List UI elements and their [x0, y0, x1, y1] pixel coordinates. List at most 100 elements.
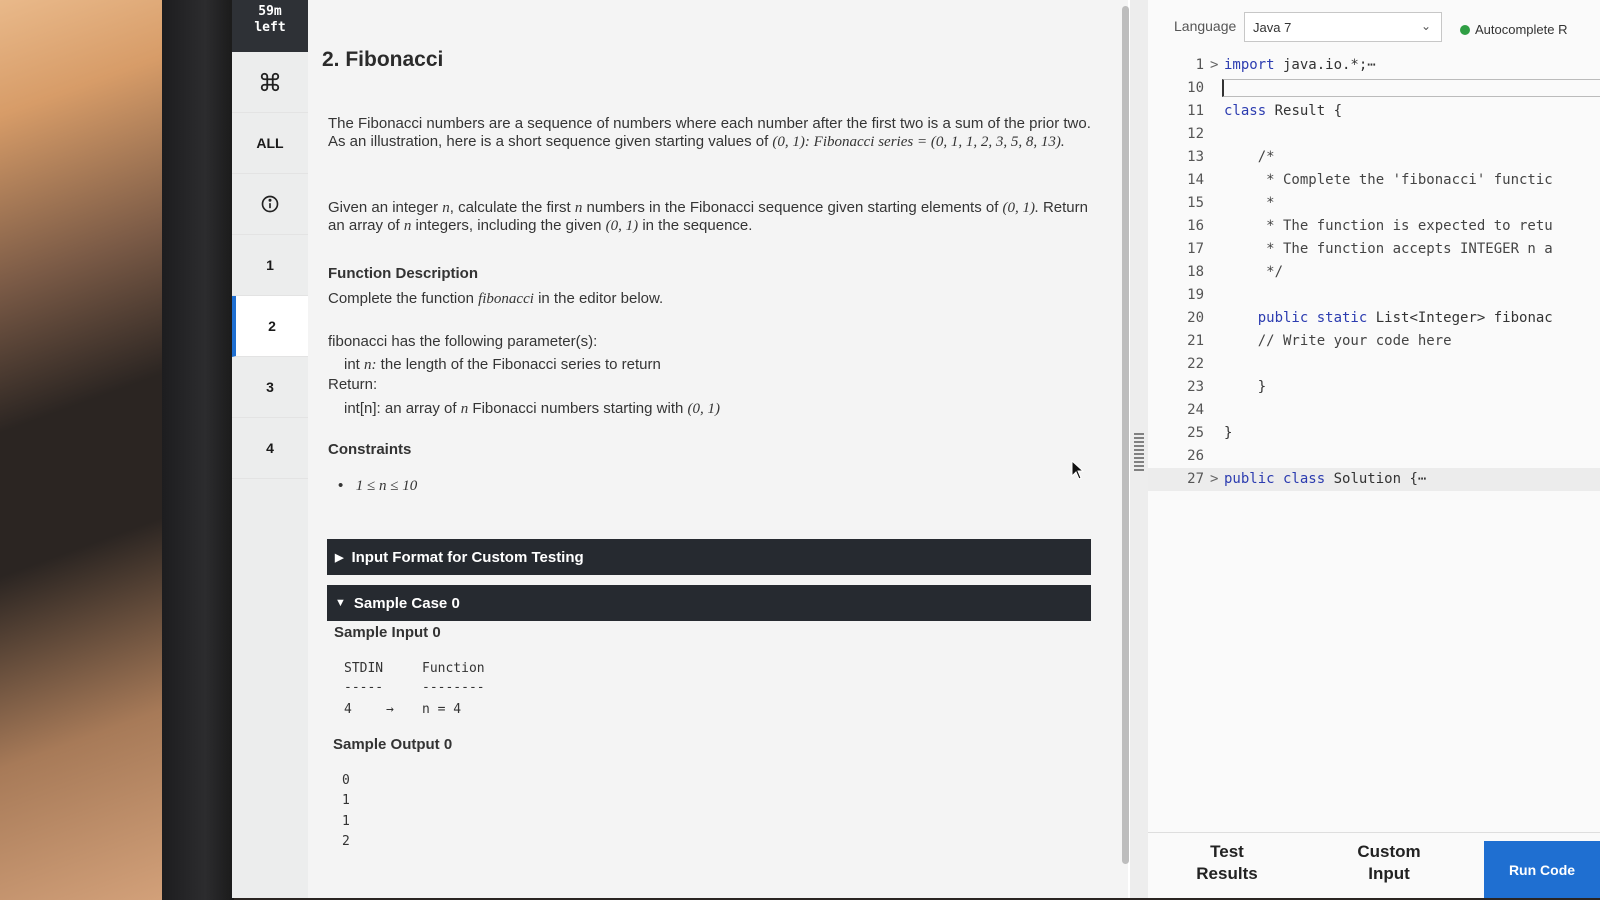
code-line: 11 class Result {: [1148, 100, 1600, 123]
mouse-pointer-icon: [1071, 459, 1085, 485]
code-text: *: [1224, 195, 1275, 211]
rail-question-3[interactable]: 3: [232, 357, 308, 418]
code-area[interactable]: 1 > import java.io.*;⋯ 10 11 class Result {…: [1148, 54, 1600, 491]
code-editor-pane: Language Java 7 ⌄ Autocomplete R 1 > impor…: [1148, 0, 1600, 898]
task-var: n: [442, 200, 450, 216]
code-text: public class Solution {⋯: [1224, 471, 1427, 487]
arrow-icon: →: [386, 702, 394, 717]
sample-case-label: Sample Case 0: [353, 594, 460, 612]
rail-question-1[interactable]: 1: [232, 235, 308, 296]
stdin-dash: -----: [344, 680, 384, 695]
stdin-value: 4: [344, 702, 352, 717]
tab-test-results[interactable]: Test Results: [1182, 841, 1272, 885]
constraint-text: 1 ≤ n ≤ 10: [355, 478, 418, 494]
sample-case-toggle[interactable]: ▼ Sample Case 0: [327, 585, 1091, 621]
line-number: 12: [1187, 126, 1204, 142]
code-line: 10: [1148, 77, 1600, 100]
code-text: */: [1224, 264, 1284, 280]
timer-left: left: [254, 20, 286, 35]
task-var: (0, 1): [605, 218, 639, 234]
code-text: * The function is expected to retu: [1224, 218, 1553, 234]
input-format-label: Input Format for Custom Testing: [351, 548, 584, 566]
param-n: int n: the length of the Fibonacci serie…: [344, 356, 1114, 374]
code-line: 26: [1148, 445, 1600, 468]
shortcuts-button[interactable]: [232, 52, 308, 113]
code-line: 16 * The function is expected to retu: [1148, 215, 1600, 238]
desc-text: Complete the function: [328, 290, 479, 307]
problem-scrollbar[interactable]: [1122, 6, 1129, 864]
info-button[interactable]: [232, 174, 308, 235]
laptop-bezel: [162, 0, 234, 900]
code-line: 25}: [1148, 422, 1600, 445]
code-line: 1 > import java.io.*;⋯: [1148, 54, 1600, 77]
constraint-item: • 1 ≤ n ≤ 10: [338, 477, 1108, 495]
code-line: 19: [1148, 284, 1600, 307]
timer-minutes: 59m: [258, 4, 282, 19]
code-line: 12: [1148, 123, 1600, 146]
line-number: 13: [1187, 149, 1204, 165]
code-line: 24: [1148, 399, 1600, 422]
param-name: n:: [364, 357, 377, 373]
autocomplete-toggle[interactable]: Autocomplete R: [1460, 22, 1568, 37]
task-text: integers, including the given: [411, 217, 606, 234]
code-keyword: class: [1224, 103, 1267, 119]
status-dot-icon: [1460, 25, 1470, 35]
return-text: int[n]: an array of: [344, 400, 461, 417]
bullet: •: [338, 477, 356, 494]
code-line: 21 // Write your code here: [1148, 330, 1600, 353]
sample-output-title: Sample Output 0: [333, 736, 453, 753]
desc-text: in the editor below.: [533, 290, 664, 307]
code-text: /*: [1224, 149, 1275, 165]
time-remaining: 59m left: [232, 0, 308, 52]
function-description-title: Function Description: [328, 265, 478, 282]
param-desc: the length of the Fibonacci series to re…: [376, 356, 661, 373]
input-format-toggle[interactable]: ▶ Input Format for Custom Testing: [327, 539, 1091, 575]
code-line: 20 public static List<Integer> fibonac: [1148, 307, 1600, 330]
line-number: 25: [1187, 425, 1204, 441]
intro-series: (0, 1): Fibonacci series = (0, 1, 1, 2, …: [772, 134, 1065, 150]
problem-intro: The Fibonacci numbers are a sequence of …: [328, 115, 1098, 151]
return-desc: int[n]: an array of n Fibonacci numbers …: [344, 400, 1114, 418]
splitter-grip-icon[interactable]: [1134, 433, 1144, 471]
line-number: 1: [1195, 57, 1204, 73]
code-line: 22: [1148, 353, 1600, 376]
output-line: 1: [342, 814, 350, 829]
fold-chevron-icon[interactable]: >: [1210, 54, 1218, 77]
editor-footer: Test Results Custom Input Run Code: [1148, 832, 1600, 898]
return-var: (0, 1): [687, 401, 721, 417]
function-header: Function: [422, 661, 485, 676]
language-select[interactable]: Java 7 ⌄: [1244, 12, 1442, 42]
problem-title: 2. Fibonacci: [322, 48, 444, 71]
code-text: import java.io.*;⋯: [1224, 57, 1376, 73]
run-code-button[interactable]: Run Code: [1484, 841, 1600, 898]
line-number: 22: [1187, 356, 1204, 372]
rail-item-all[interactable]: ALL: [232, 113, 308, 174]
code-line: 15 *: [1148, 192, 1600, 215]
code-text: * The function accepts INTEGER n a: [1224, 241, 1553, 257]
code-text: public static List<Integer> fibonac: [1257, 310, 1553, 326]
code-text: // Write your code here: [1224, 333, 1452, 349]
rail-question-2[interactable]: 2: [232, 296, 308, 357]
return-text: Fibonacci numbers starting with: [468, 400, 688, 417]
function-description: Complete the function fibonacci in the e…: [328, 290, 1098, 308]
autocomplete-label: Autocomplete R: [1475, 22, 1568, 37]
task-text: numbers in the Fibonacci sequence given …: [582, 199, 1003, 216]
fold-chevron-icon[interactable]: >: [1210, 468, 1218, 491]
expand-icon: ▶: [335, 551, 344, 564]
info-icon: [260, 194, 280, 214]
line-number: 11: [1187, 103, 1204, 119]
rail-question-4[interactable]: 4: [232, 418, 308, 479]
line-number: 16: [1187, 218, 1204, 234]
code-text: * Complete the 'fibonacci' functic: [1224, 172, 1553, 188]
line-number: 27: [1187, 471, 1204, 487]
code-keyword: import: [1224, 57, 1275, 73]
tab-custom-input[interactable]: Custom Input: [1344, 841, 1434, 885]
code-text: }: [1224, 425, 1233, 441]
sample-input-title: Sample Input 0: [334, 624, 441, 641]
line-number: 19: [1187, 287, 1204, 303]
code-line: 27 > public class Solution {⋯: [1148, 468, 1600, 491]
desc-func-name: fibonacci: [478, 291, 534, 307]
stdin-header: STDIN: [344, 661, 384, 676]
command-icon: [259, 71, 281, 93]
task-text: Given an integer: [328, 199, 443, 216]
